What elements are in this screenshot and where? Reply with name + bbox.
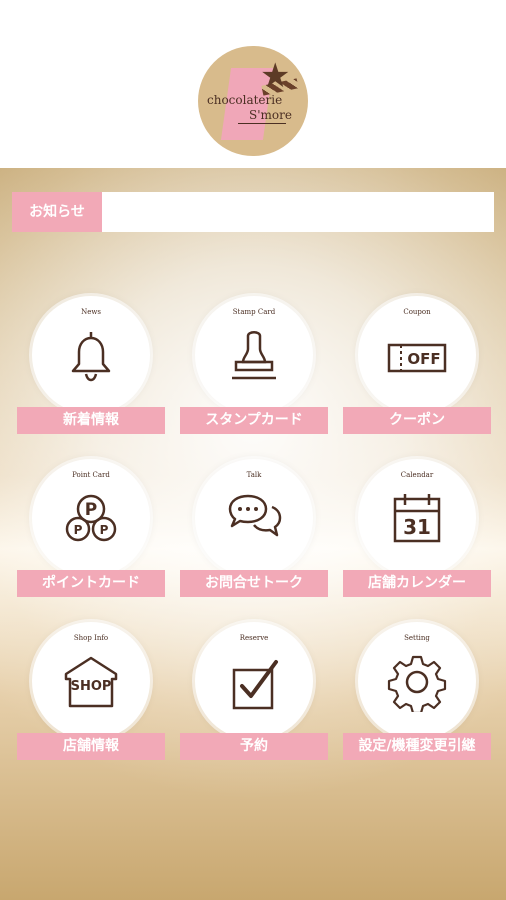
menu-circle: Talk bbox=[195, 459, 313, 577]
brand-logo: ★ chocolaterie S'more bbox=[198, 46, 308, 156]
coupon-icon-text: OFF bbox=[407, 350, 440, 368]
logo-brand-line-1: chocolaterie bbox=[207, 93, 283, 107]
point-icon-text-1: P bbox=[85, 500, 97, 520]
menu-tile-coupon[interactable]: Coupon OFF クーポン bbox=[343, 296, 491, 436]
menu-circle: News bbox=[32, 296, 150, 414]
gear-icon bbox=[387, 655, 447, 712]
menu-label: お問合せトーク bbox=[180, 570, 328, 597]
menu-tile-news[interactable]: News 新着情報 bbox=[17, 296, 165, 436]
stamp-icon bbox=[232, 331, 276, 380]
menu-label: 店舗情報 bbox=[17, 733, 165, 760]
menu-label: スタンプカード bbox=[180, 407, 328, 434]
menu-circle: Shop Info SHOP bbox=[32, 622, 150, 740]
point-icon-text-2: P bbox=[74, 523, 83, 537]
coupon-icon: OFF bbox=[387, 343, 447, 373]
point-icon-text-3: P bbox=[100, 523, 109, 537]
logo-star-icon: ★ bbox=[260, 56, 291, 96]
notice-bar[interactable]: お知らせ bbox=[12, 192, 494, 232]
menu-small-label: Talk bbox=[246, 471, 262, 479]
menu-small-label: News bbox=[81, 308, 101, 316]
menu-tile-calendar[interactable]: Calendar 31 店舗カレンダー bbox=[343, 459, 491, 599]
menu-small-label: Reserve bbox=[239, 634, 269, 642]
menu-label: クーポン bbox=[343, 407, 491, 434]
menu-tile-reserve[interactable]: Reserve 予約 bbox=[180, 622, 328, 762]
menu-small-label: Shop Info bbox=[73, 634, 109, 642]
notice-field[interactable] bbox=[102, 192, 494, 232]
shop-icon: SHOP bbox=[64, 656, 118, 708]
menu-tile-stamp-card[interactable]: Stamp Card スタンプカード bbox=[180, 296, 328, 436]
logo-underline bbox=[238, 123, 286, 124]
chat-icon bbox=[228, 494, 282, 537]
logo-brand-line-2: S'more bbox=[249, 108, 292, 122]
menu-circle: Setting bbox=[358, 622, 476, 740]
app-header: ★ chocolaterie S'more bbox=[0, 0, 506, 168]
menu-circle: Point Card P P P bbox=[32, 459, 150, 577]
menu-small-label: Calendar bbox=[400, 471, 434, 479]
menu-small-label: Point Card bbox=[72, 471, 110, 479]
points-icon: P P P bbox=[65, 494, 117, 542]
menu-tile-point-card[interactable]: Point Card P P P ポイントカード bbox=[17, 459, 165, 599]
menu-small-label: Coupon bbox=[403, 308, 431, 316]
calendar-icon-text: 31 bbox=[403, 515, 431, 539]
menu-tile-setting[interactable]: Setting 設定/機種変更引継 bbox=[343, 622, 491, 762]
menu-circle: Reserve bbox=[195, 622, 313, 740]
reserve-icon bbox=[232, 660, 278, 710]
notice-label: お知らせ bbox=[12, 192, 102, 232]
menu-circle: Calendar 31 bbox=[358, 459, 476, 577]
menu-label: 店舗カレンダー bbox=[343, 570, 491, 597]
menu-small-label: Setting bbox=[404, 634, 430, 642]
shop-icon-text: SHOP bbox=[71, 679, 112, 694]
menu-label: ポイントカード bbox=[17, 570, 165, 597]
calendar-icon: 31 bbox=[393, 494, 441, 543]
menu-circle: Stamp Card bbox=[195, 296, 313, 414]
menu-label: 予約 bbox=[180, 733, 328, 760]
menu-circle: Coupon OFF bbox=[358, 296, 476, 414]
bell-icon bbox=[71, 332, 111, 382]
menu-label: 設定/機種変更引継 bbox=[343, 733, 491, 760]
menu-tile-talk[interactable]: Talk お問合せトーク bbox=[180, 459, 328, 599]
menu-small-label: Stamp Card bbox=[232, 308, 276, 316]
menu-tile-shop-info[interactable]: Shop Info SHOP 店舗情報 bbox=[17, 622, 165, 762]
menu-label: 新着情報 bbox=[17, 407, 165, 434]
